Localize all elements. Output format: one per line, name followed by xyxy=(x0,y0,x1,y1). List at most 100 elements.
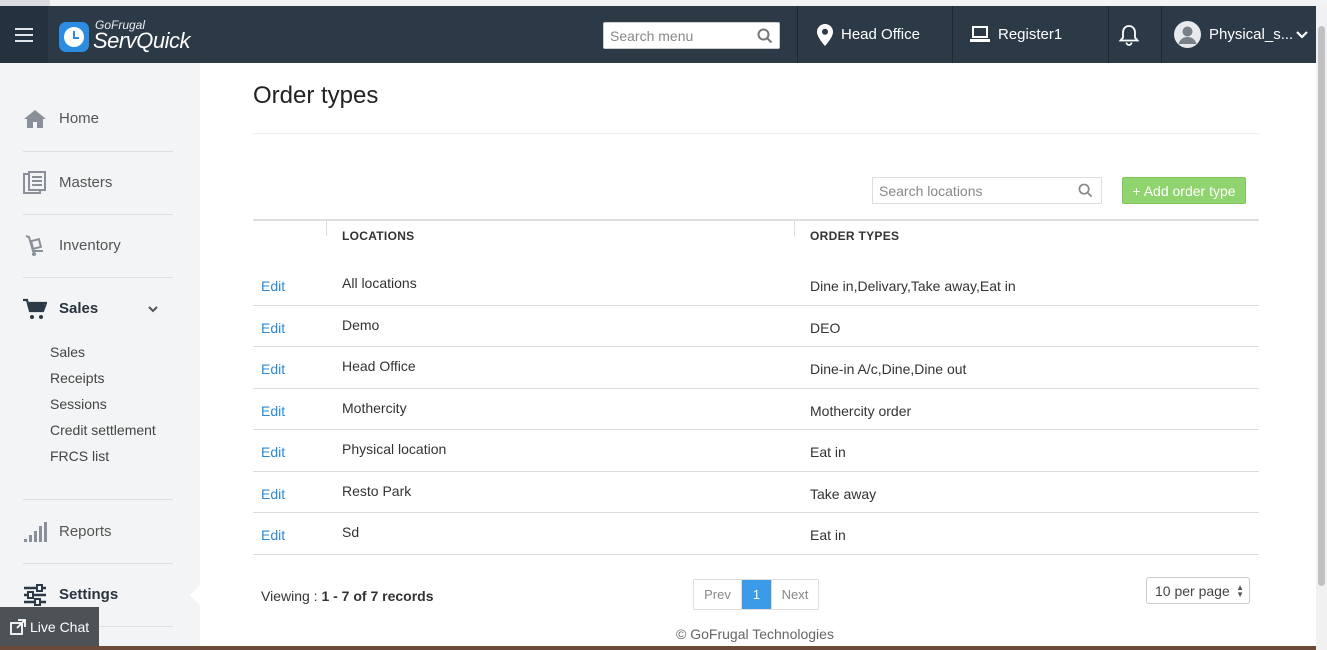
location-cell: Mothercity xyxy=(342,399,407,416)
sidebar-subitem-sessions[interactable]: Sessions xyxy=(50,396,107,412)
search-menu-input[interactable] xyxy=(604,23,754,48)
user-menu[interactable]: Physical_s... xyxy=(1174,6,1317,63)
sidebar-item-sales[interactable]: Sales xyxy=(0,277,200,340)
order-types-cell: DEO xyxy=(810,319,841,336)
prev-page-button[interactable]: Prev xyxy=(694,580,742,609)
user-name: Physical_s... xyxy=(1209,26,1294,43)
search-locations-box xyxy=(872,177,1102,204)
edit-link[interactable]: Edit xyxy=(261,486,285,502)
live-chat-label: Live Chat xyxy=(30,619,90,635)
records-summary: Viewing : 1 - 7 of 7 records xyxy=(261,588,434,604)
column-header-order-types[interactable]: ORDER TYPES xyxy=(810,229,899,243)
vertical-scrollbar[interactable] xyxy=(1316,6,1327,650)
table-row: Edit Demo DEO xyxy=(253,306,1259,347)
notifications-button[interactable] xyxy=(1118,6,1148,63)
live-chat-button[interactable]: Live Chat xyxy=(0,607,99,647)
avatar-icon xyxy=(1174,21,1201,48)
select-arrows-icon: ▲ ▼ xyxy=(1236,583,1244,599)
search-icon[interactable] xyxy=(757,28,773,44)
edit-link[interactable]: Edit xyxy=(261,278,285,294)
hamburger-icon-bar xyxy=(15,39,33,42)
sidebar: Home Masters Inventory Sales Sales Recei… xyxy=(0,63,200,650)
page-title: Order types xyxy=(253,82,379,109)
per-page-value: 10 per page xyxy=(1155,582,1230,599)
chevron-down-icon xyxy=(148,305,158,312)
top-header: GoFrugal ServQuick Head Office Register1… xyxy=(0,6,1316,63)
table-header: LOCATIONS ORDER TYPES xyxy=(253,219,1259,264)
cart-icon xyxy=(23,298,47,319)
bell-icon xyxy=(1118,24,1140,46)
location-label: Head Office xyxy=(841,26,920,43)
column-divider xyxy=(326,221,327,236)
menu-toggle-button[interactable] xyxy=(0,6,48,63)
sidebar-item-label: Settings xyxy=(59,586,119,603)
sidebar-item-label: Sales xyxy=(59,300,99,317)
order-types-cell: Dine-in A/c,Dine,Dine out xyxy=(810,361,967,377)
location-cell: Sd xyxy=(342,524,360,540)
edit-link[interactable]: Edit xyxy=(261,527,285,543)
home-icon xyxy=(24,109,46,128)
location-cell: Physical location xyxy=(342,441,447,457)
title-divider xyxy=(253,133,1259,134)
edit-link[interactable]: Edit xyxy=(261,403,285,419)
masters-icon xyxy=(23,170,46,194)
sidebar-subitem-credit-settlement[interactable]: Credit settlement xyxy=(50,422,156,438)
order-types-cell: Mothercity order xyxy=(810,402,912,419)
scrollbar-thumb[interactable] xyxy=(1318,26,1325,586)
search-icon[interactable] xyxy=(1078,183,1093,198)
sidebar-item-label: Reports xyxy=(59,523,112,540)
header-divider xyxy=(952,6,953,63)
register-label: Register1 xyxy=(998,26,1063,43)
add-order-type-button[interactable]: + Add order type xyxy=(1122,177,1246,204)
header-divider xyxy=(1161,6,1162,63)
sidebar-subitem-frcs-list[interactable]: FRCS list xyxy=(50,448,109,464)
sidebar-subitem-sales[interactable]: Sales xyxy=(50,344,85,360)
sidebar-subitem-receipts[interactable]: Receipts xyxy=(50,370,104,386)
order-types-cell: Eat in xyxy=(810,444,846,460)
table-row: Edit Sd Eat in xyxy=(253,513,1259,555)
next-page-button[interactable]: Next xyxy=(771,580,818,609)
hamburger-icon-bar xyxy=(15,33,33,36)
order-types-cell: Dine in,Delivary,Take away,Eat in xyxy=(810,278,1016,294)
sidebar-item-label: Home xyxy=(59,110,100,127)
sidebar-item-masters[interactable]: Masters xyxy=(0,151,200,214)
location-cell: All locations xyxy=(342,275,417,291)
edit-link[interactable]: Edit xyxy=(261,444,285,460)
column-header-locations[interactable]: LOCATIONS xyxy=(342,229,414,243)
taskbar-strip xyxy=(0,646,1316,650)
settings-icon xyxy=(24,583,46,606)
hamburger-icon-bar xyxy=(15,27,33,30)
pagination: Prev 1 Next xyxy=(693,579,819,610)
column-divider xyxy=(794,221,795,236)
main-content: Order types + Add order type LOCATIONS O… xyxy=(200,63,1310,623)
order-types-cell: Eat in xyxy=(810,527,846,543)
records-summary-range: 1 - 7 of 7 records xyxy=(321,588,434,604)
table-row: Edit Physical location Eat in xyxy=(253,430,1259,472)
sidebar-item-home[interactable]: Home xyxy=(0,87,200,150)
edit-link[interactable]: Edit xyxy=(261,361,285,377)
register-monitor-icon xyxy=(970,25,990,42)
sidebar-item-reports[interactable]: Reports xyxy=(0,500,200,563)
sidebar-item-label: Masters xyxy=(59,174,113,191)
brand-logo[interactable]: GoFrugal ServQuick xyxy=(55,10,200,60)
brand-name: ServQuick xyxy=(93,28,190,53)
chevron-down-icon xyxy=(1296,30,1308,39)
table-row: Edit Mothercity Mothercity order xyxy=(253,389,1259,430)
records-summary-prefix: Viewing : xyxy=(261,588,322,604)
header-divider xyxy=(797,6,798,63)
location-selector[interactable]: Head Office xyxy=(817,6,920,63)
register-selector[interactable]: Register1 xyxy=(970,6,1062,63)
per-page-select[interactable]: 10 per page ▲ ▼ xyxy=(1146,577,1250,604)
location-pin-icon xyxy=(817,23,833,46)
location-cell: Resto Park xyxy=(342,482,412,499)
page-1-button[interactable]: 1 xyxy=(742,580,771,609)
search-locations-input[interactable] xyxy=(873,178,1073,203)
reports-icon xyxy=(24,521,47,542)
search-menu-box xyxy=(603,22,780,49)
edit-link[interactable]: Edit xyxy=(261,320,285,336)
table-row: Edit Head Office Dine-in A/c,Dine,Dine out xyxy=(253,347,1259,389)
location-cell: Demo xyxy=(342,316,380,333)
footer-copyright: © GoFrugal Technologies xyxy=(676,626,834,642)
location-cell: Head Office xyxy=(342,358,416,374)
sidebar-item-inventory[interactable]: Inventory xyxy=(0,214,200,277)
